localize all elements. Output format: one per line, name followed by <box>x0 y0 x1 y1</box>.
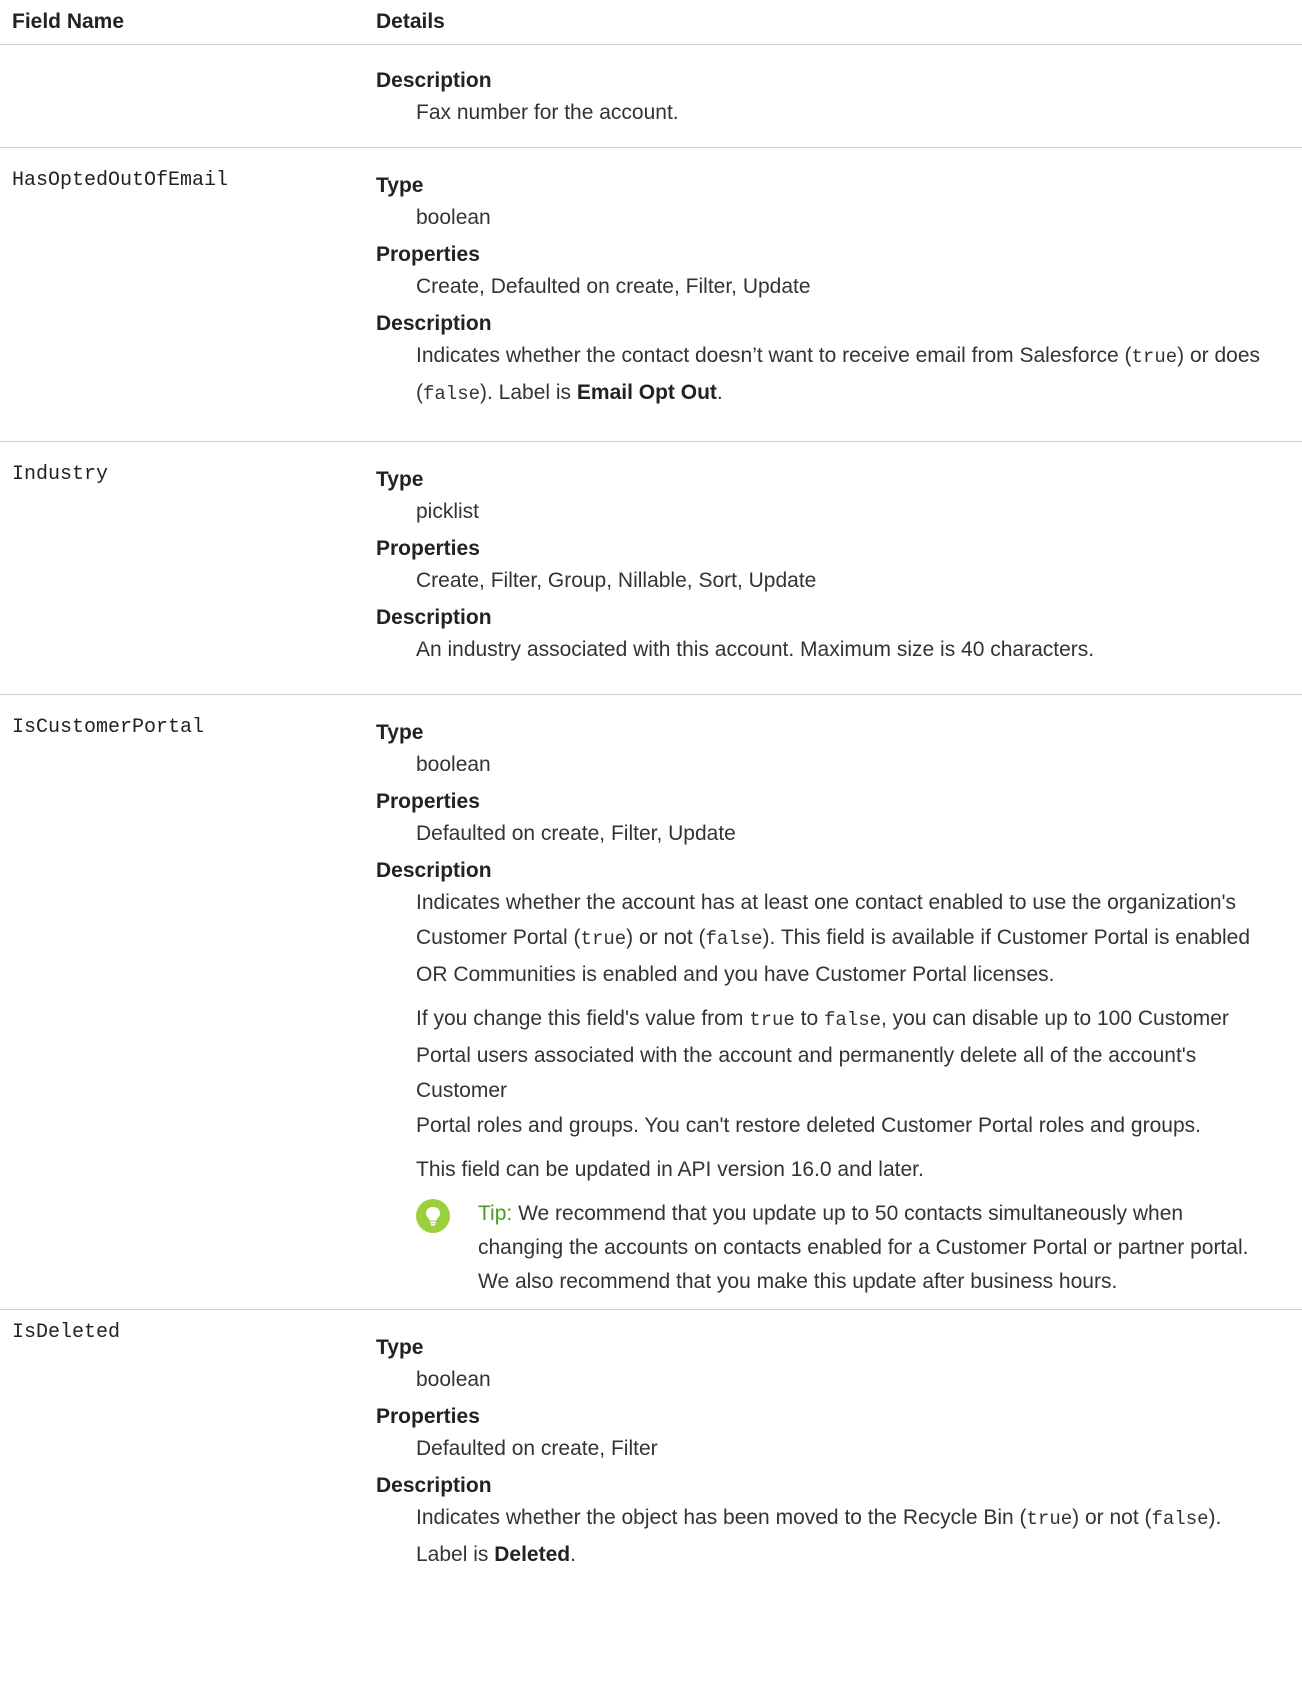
table-row-industry: Industry Type picklist Properties Create… <box>0 442 1302 695</box>
details-cell: Type picklist Properties Create, Filter,… <box>376 466 1286 667</box>
code-true: true <box>1131 346 1178 368</box>
paragraph-2-line-2: Portal users associated with the account… <box>416 1044 1197 1102</box>
description-value: Fax number for the account. <box>416 101 679 124</box>
type-value: picklist <box>416 500 480 523</box>
type-label: Type <box>376 721 424 744</box>
details-cell: Type boolean Properties Defaulted on cre… <box>376 719 1286 1299</box>
properties-value: Create, Filter, Group, Nillable, Sort, U… <box>416 569 817 592</box>
properties-label: Properties <box>376 537 480 560</box>
details-cell: Description Fax number for the account. <box>376 67 1286 130</box>
tip-line-3: We also recommend that you make this upd… <box>478 1270 1118 1293</box>
description-label: Description <box>376 312 492 335</box>
tip-line-1: Tip: We recommend that you update up to … <box>478 1202 1184 1225</box>
paragraph-1-line-3: OR Communities is enabled and you have C… <box>416 963 1055 986</box>
table-row-isdeleted: IsDeleted Type boolean Properties Defaul… <box>0 1310 1302 1682</box>
table-header: Field Name Details <box>0 0 1302 45</box>
properties-value: Defaulted on create, Filter <box>416 1437 658 1460</box>
description-paragraph-1: Indicates whether the account has at lea… <box>416 885 1286 992</box>
description-line-1: Indicates whether the contact doesn’t wa… <box>416 344 1261 368</box>
description-value: An industry associated with this account… <box>416 638 1095 661</box>
details-cell: Type boolean Properties Create, Defaulte… <box>376 172 1286 412</box>
tip-line-2: changing the accounts on contacts enable… <box>478 1236 1249 1259</box>
description-paragraph-2: If you change this field's value from tr… <box>416 1001 1286 1143</box>
code-true: true <box>749 1009 795 1031</box>
description-value: Indicates whether the contact doesn’t wa… <box>416 338 1286 412</box>
description-label: Description <box>376 1474 492 1497</box>
type-value: boolean <box>416 206 491 229</box>
description-line-1: Indicates whether the object has been mo… <box>416 1506 1222 1530</box>
code-false: false <box>823 1009 881 1031</box>
code-false: false <box>423 383 481 405</box>
description-value: Indicates whether the object has been mo… <box>416 1500 1286 1572</box>
type-value: boolean <box>416 1368 491 1391</box>
table-row-hasoptedoutofemail: HasOptedOutOfEmail Type boolean Properti… <box>0 148 1302 442</box>
properties-value: Create, Defaulted on create, Filter, Upd… <box>416 275 811 298</box>
description-label: Description <box>376 69 492 92</box>
type-label: Type <box>376 174 424 197</box>
paragraph-2-line-3: Portal roles and groups. You can't resto… <box>416 1114 1201 1137</box>
code-true: true <box>580 928 627 950</box>
description-paragraph-3: This field can be updated in API version… <box>416 1158 924 1181</box>
paragraph-1-line-2: Customer Portal (true) or not (false). T… <box>416 926 1251 950</box>
properties-label: Properties <box>376 243 480 266</box>
paragraph-1-line-1: Indicates whether the account has at lea… <box>416 891 1237 914</box>
description-label: Description <box>376 859 492 882</box>
field-name: IsDeleted <box>12 1321 121 1344</box>
properties-label: Properties <box>376 790 480 813</box>
tip-label: Tip: <box>478 1202 513 1225</box>
header-field-name: Field Name <box>12 10 125 33</box>
paragraph-2-line-1: If you change this field's value from tr… <box>416 1007 1229 1031</box>
type-label: Type <box>376 468 424 491</box>
table-row-iscustomerportal: IsCustomerPortal Type boolean Properties… <box>0 695 1302 1310</box>
lightbulb-icon <box>416 1199 450 1233</box>
field-name: HasOptedOutOfEmail <box>12 169 229 192</box>
description-line-2: (false). Label is Email Opt Out. <box>416 381 723 405</box>
properties-label: Properties <box>376 1405 480 1428</box>
description-line-2: Label is Deleted. <box>416 1543 576 1566</box>
tip-callout: Tip: We recommend that you update up to … <box>416 1197 1286 1299</box>
field-name: Industry <box>12 463 109 486</box>
properties-value: Defaulted on create, Filter, Update <box>416 822 736 845</box>
field-name: IsCustomerPortal <box>12 716 205 739</box>
details-cell: Type boolean Properties Defaulted on cre… <box>376 1334 1286 1572</box>
code-false: false <box>1151 1508 1209 1530</box>
type-label: Type <box>376 1336 424 1359</box>
header-details: Details <box>376 10 445 33</box>
label-deleted: Deleted <box>494 1543 571 1566</box>
label-email-opt-out: Email Opt Out <box>576 381 717 404</box>
description-label: Description <box>376 606 492 629</box>
table-row-fax: Description Fax number for the account. <box>0 45 1302 148</box>
type-value: boolean <box>416 753 491 776</box>
code-true: true <box>1026 1508 1073 1530</box>
code-false: false <box>705 928 763 950</box>
